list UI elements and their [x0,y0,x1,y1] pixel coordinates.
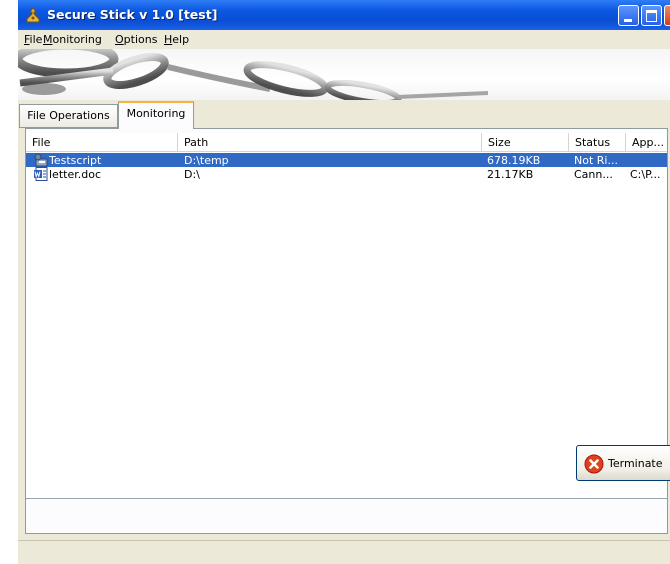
title-bar[interactable]: Secure Stick v 1.0 [test] [18,0,670,30]
tab-monitoring[interactable]: Monitoring [118,101,194,129]
cell-app: C:\P... [630,168,661,181]
window-title: Secure Stick v 1.0 [test] [47,7,218,22]
cell-status: Cann... [574,168,613,181]
tab-strip: File Operations Monitoring [18,100,670,129]
cell-status: Not Ri... [574,154,618,167]
cell-path: D:\temp [184,154,229,167]
app-window: Secure Stick v 1.0 [test] File Monitorin… [18,0,670,564]
cell-size: 21.17KB [487,168,534,181]
app-logo-icon [26,7,40,23]
cell-size: 678.19KB [487,154,541,167]
chain-banner-image [18,49,670,100]
maximize-button[interactable] [641,5,662,26]
menu-bar: File Monitoring Options Help [18,30,670,49]
menu-file[interactable]: File [24,33,42,46]
cell-file: letter.doc [49,168,101,181]
column-header-path[interactable]: Path [178,133,482,151]
menu-options[interactable]: Options [115,33,157,46]
status-bar [18,540,670,564]
menu-help[interactable]: Help [164,33,189,46]
column-header-file[interactable]: File [26,133,178,151]
script-icon [34,153,48,167]
tab-file-operations[interactable]: File Operations [19,104,118,128]
column-header-status[interactable]: Status [569,133,626,151]
monitoring-panel: File Path Size Status App... Testscript … [25,128,670,534]
close-button[interactable] [664,5,670,26]
cell-file: Testscript [49,154,102,167]
table-row[interactable]: letter.doc D:\ 21.17KB Cann... C:\P... [26,167,667,181]
column-header-app[interactable]: App... [626,133,667,151]
column-header-size[interactable]: Size [482,133,569,151]
table-row[interactable]: Testscript D:\temp 678.19KB Not Ri... [26,153,667,167]
chain-illustration [18,49,489,100]
menu-monitoring[interactable]: Monitoring [43,33,102,46]
terminate-label: Terminate [608,457,663,470]
terminate-x-icon [584,454,604,474]
word-document-icon [34,167,48,181]
list-header: File Path Size Status App... [26,133,667,152]
cell-path: D:\ [184,168,200,181]
file-list[interactable]: File Path Size Status App... Testscript … [26,133,667,499]
terminate-button[interactable]: Terminate [576,445,670,481]
minimize-button[interactable] [618,5,639,26]
